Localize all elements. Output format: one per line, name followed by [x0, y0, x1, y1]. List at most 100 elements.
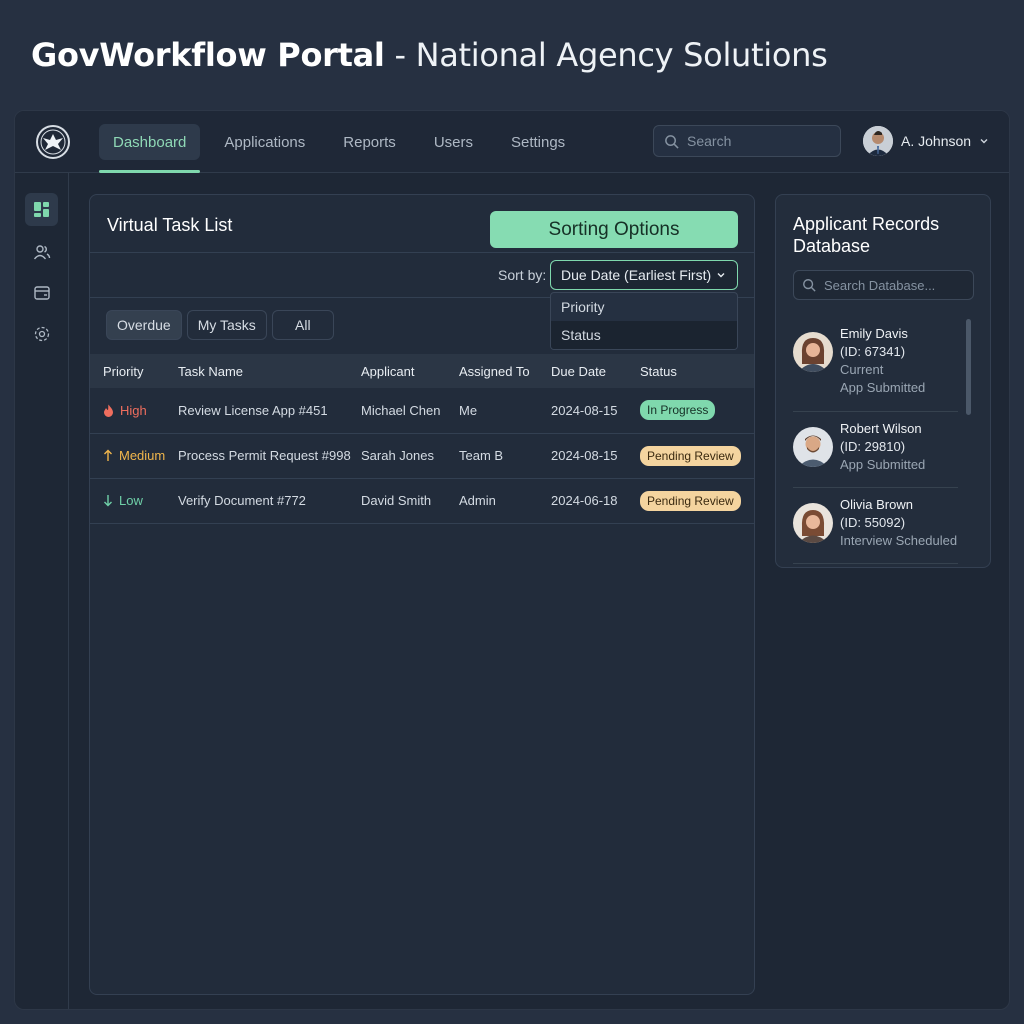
task-name-cell[interactable]: Review License App #451 — [178, 388, 361, 434]
applicant-name: Robert Wilson — [840, 421, 922, 436]
nav-dashboard[interactable]: Dashboard — [99, 124, 201, 173]
task-table: Priority Task Name Applicant Assigned To… — [90, 354, 754, 524]
task-name-cell[interactable]: Verify Document #772 — [178, 478, 361, 524]
search-icon — [665, 134, 679, 149]
list-item[interactable]: Olivia Brown (ID: 55092) Interview Sched… — [793, 496, 959, 550]
applicant-id: (ID: 55092) — [840, 515, 906, 530]
task-name-cell[interactable]: Process Permit Request #998 — [178, 433, 361, 479]
wallet-icon — [33, 285, 50, 300]
column-header[interactable]: Due Date — [551, 354, 640, 388]
sidebar — [15, 173, 69, 1009]
filter-my-tasks[interactable]: My Tasks — [186, 310, 267, 340]
status-cell: In Progress — [640, 388, 754, 434]
status-badge: Pending Review — [640, 490, 741, 511]
applicant-cell: Sarah Jones — [361, 433, 459, 479]
applicant-cell: Michael Chen — [361, 388, 459, 434]
assigned-cell: Admin — [459, 478, 551, 524]
nav-applications[interactable]: Applications — [210, 124, 319, 160]
list-item[interactable]: Emily Davis (ID: 67341) Current App Subm… — [793, 325, 959, 397]
sidebar-wallet[interactable] — [25, 276, 58, 309]
sidebar-settings[interactable] — [25, 317, 58, 350]
users-icon — [33, 244, 50, 259]
filter-overdue[interactable]: Overdue — [106, 310, 182, 340]
assigned-cell: Me — [459, 388, 551, 434]
divider — [90, 252, 754, 253]
sort-option-priority[interactable]: Priority — [551, 293, 737, 321]
priority-label: High — [120, 402, 147, 418]
status-cell: Pending Review — [640, 433, 754, 479]
task-list-title: Virtual Task List — [107, 215, 233, 235]
user-avatar — [863, 126, 893, 156]
search-input[interactable] — [687, 133, 827, 149]
sidebar-dashboard[interactable] — [25, 193, 58, 226]
sort-dropdown: Priority Status — [550, 292, 738, 350]
page-title-rest: - National Agency Solutions — [394, 36, 828, 74]
column-header[interactable]: Task Name — [178, 354, 361, 388]
applicant-database-panel: Applicant Records Database Emily Davis (… — [775, 194, 991, 568]
sort-selected-value: Due Date (Earliest First) — [561, 267, 712, 283]
applicant-info: Olivia Brown (ID: 55092) Interview Sched… — [840, 496, 957, 550]
applicant-status: Interview Scheduled — [840, 533, 958, 548]
table-header-row: Priority Task Name Applicant Assigned To… — [90, 354, 754, 388]
priority-cell: Low — [90, 478, 178, 524]
assigned-cell: Team B — [459, 433, 551, 479]
avatar — [793, 503, 833, 543]
applicant-cell: David Smith — [361, 478, 459, 524]
column-header[interactable]: Applicant — [361, 354, 459, 388]
scrollbar[interactable] — [966, 319, 971, 415]
divider — [793, 563, 958, 564]
priority-label: Medium — [119, 448, 166, 463]
status-badge: Pending Review — [640, 445, 741, 466]
avatar — [793, 332, 833, 372]
avatar — [793, 427, 833, 467]
user-menu[interactable]: A. Johnson — [863, 126, 989, 156]
applicant-name: Olivia Brown — [840, 497, 913, 512]
table-row[interactable]: Medium Process Permit Request #998 Sarah… — [90, 433, 754, 479]
status-badge: In Progress — [640, 400, 716, 421]
agency-seal-icon[interactable] — [35, 124, 71, 160]
sort-option-status[interactable]: Status — [551, 321, 737, 349]
applicant-status: App Submitted — [840, 457, 926, 472]
arrow-up-icon — [104, 449, 112, 461]
column-header[interactable]: Status — [640, 354, 754, 388]
divider — [793, 487, 958, 488]
table-row[interactable]: High Review License App #451 Michael Che… — [90, 388, 754, 434]
column-header[interactable]: Assigned To — [459, 354, 551, 388]
divider — [793, 411, 958, 412]
column-header[interactable]: Priority — [90, 354, 178, 388]
nav-reports[interactable]: Reports — [329, 124, 410, 160]
nav-settings[interactable]: Settings — [497, 124, 579, 160]
table-row[interactable]: Low Verify Document #772 David Smith Adm… — [90, 478, 754, 524]
list-item[interactable]: Robert Wilson (ID: 29810) App Submitted — [793, 420, 959, 474]
priority-cell: High — [90, 388, 178, 434]
priority-label: Low — [119, 493, 143, 508]
top-bar: Dashboard Applications Reports Users Set… — [15, 111, 1009, 173]
due-date-cell: 2024-08-15 — [551, 433, 640, 479]
applicant-status: Current — [840, 362, 884, 377]
priority-cell: Medium — [90, 433, 178, 479]
database-title: Applicant Records Database — [793, 214, 940, 256]
main-nav: Dashboard Applications Reports Users Set… — [99, 124, 585, 173]
sort-select[interactable]: Due Date (Earliest First) — [550, 260, 738, 290]
due-date-cell: 2024-08-15 — [551, 388, 640, 434]
sorting-options-button[interactable]: Sorting Options — [490, 211, 738, 248]
flame-icon — [104, 404, 113, 417]
filter-group: Overdue My Tasks All — [106, 310, 334, 340]
task-list-panel: Virtual Task List Sorting Options Sort b… — [89, 194, 755, 995]
global-search[interactable] — [653, 125, 841, 157]
database-search[interactable] — [793, 270, 974, 300]
filter-all[interactable]: All — [271, 310, 334, 340]
nav-users[interactable]: Users — [420, 124, 487, 160]
applicant-status: App Submitted — [840, 380, 926, 395]
applicant-info: Emily Davis (ID: 67341) Current App Subm… — [840, 325, 925, 397]
sort-label: Sort by: — [498, 267, 547, 283]
database-search-input[interactable] — [824, 277, 964, 293]
applicant-id: (ID: 29810) — [840, 439, 906, 454]
arrow-down-icon — [104, 495, 112, 507]
page-title-bold: GovWorkflow Portal — [31, 36, 385, 74]
sidebar-users[interactable] — [25, 235, 58, 268]
app-window: Dashboard Applications Reports Users Set… — [14, 110, 1010, 1010]
applicant-info: Robert Wilson (ID: 29810) App Submitted — [840, 420, 925, 474]
user-name: A. Johnson — [901, 133, 972, 149]
due-date-cell: 2024-06-18 — [551, 478, 640, 524]
